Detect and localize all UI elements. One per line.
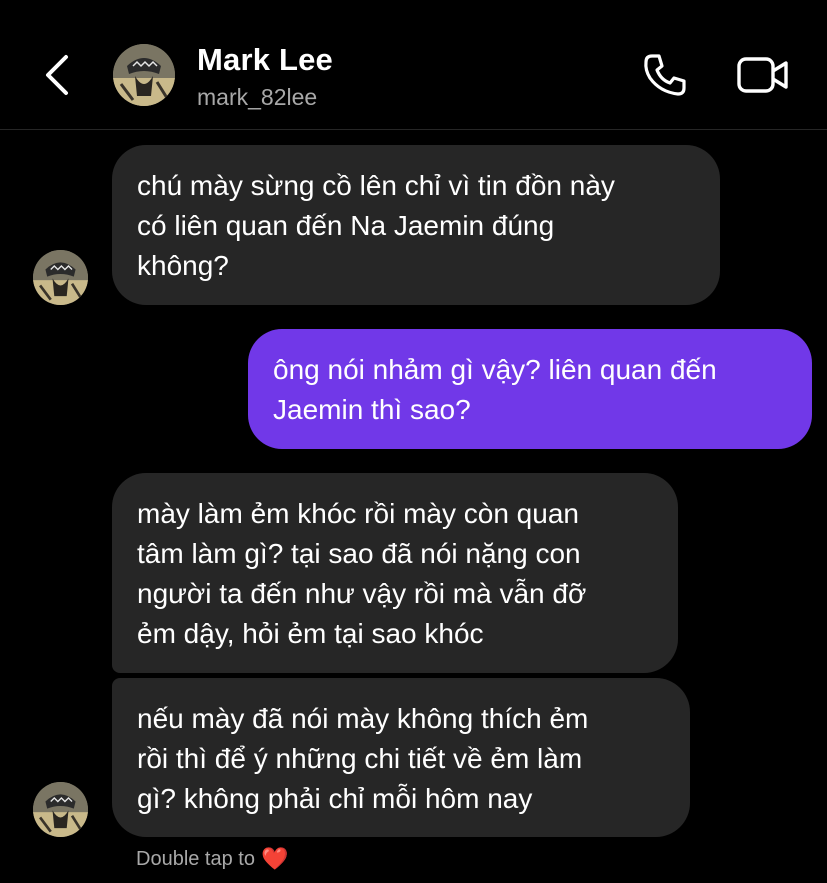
message-text: có liên quan đến Na Jaemin đúng — [137, 210, 555, 241]
message-text: không? — [137, 250, 229, 281]
message-text: người ta đến như vậy rồi mà vẫn đỡ — [137, 578, 587, 609]
message-bubble-outgoing[interactable]: ông nói nhảm gì vậy? liên quan đến Jaemi… — [248, 329, 812, 449]
message-text: tâm làm gì? tại sao đã nói nặng con — [137, 538, 581, 569]
message-text: gì? không phải chỉ mỗi hôm nay — [137, 783, 533, 814]
chevron-left-icon — [46, 55, 68, 95]
message-text: nếu mày đã nói mày không thích ẻm — [137, 703, 589, 734]
phone-icon — [644, 54, 686, 96]
message-bubble-incoming[interactable]: chú mày sừng cồ lên chỉ vì tin đồn này c… — [112, 145, 720, 305]
contact-username[interactable]: mark_82lee — [197, 84, 317, 111]
hint-text: Double tap to — [136, 847, 255, 870]
avatar[interactable] — [33, 250, 88, 305]
back-button[interactable] — [36, 50, 76, 100]
message-text: rồi thì để ý những chi tiết về ẻm làm — [137, 743, 583, 774]
contact-name[interactable]: Mark Lee — [197, 42, 333, 78]
avatar[interactable] — [33, 782, 88, 837]
avatar[interactable] — [113, 44, 175, 106]
heart-icon: ❤️ — [260, 846, 289, 871]
audio-call-button[interactable] — [640, 52, 690, 98]
message-text: ẻm dậy, hỏi ẻm tại sao khóc — [137, 618, 484, 649]
message-bubble-incoming[interactable]: nếu mày đã nói mày không thích ẻm rồi th… — [112, 678, 690, 837]
video-camera-icon — [737, 57, 788, 93]
message-text: chú mày sừng cồ lên chỉ vì tin đồn này — [137, 170, 615, 201]
video-call-button[interactable] — [735, 52, 791, 98]
chat-header: Mark Lee mark_82lee — [0, 0, 827, 130]
message-text: mày làm ẻm khóc rồi mày còn quan — [137, 498, 579, 529]
message-text: ông nói nhảm gì vậy? liên quan đến — [273, 354, 717, 385]
message-text: Jaemin thì sao? — [273, 394, 471, 425]
double-tap-hint: Double tap to ❤️ — [136, 846, 288, 872]
message-bubble-incoming[interactable]: mày làm ẻm khóc rồi mày còn quan tâm làm… — [112, 473, 678, 673]
